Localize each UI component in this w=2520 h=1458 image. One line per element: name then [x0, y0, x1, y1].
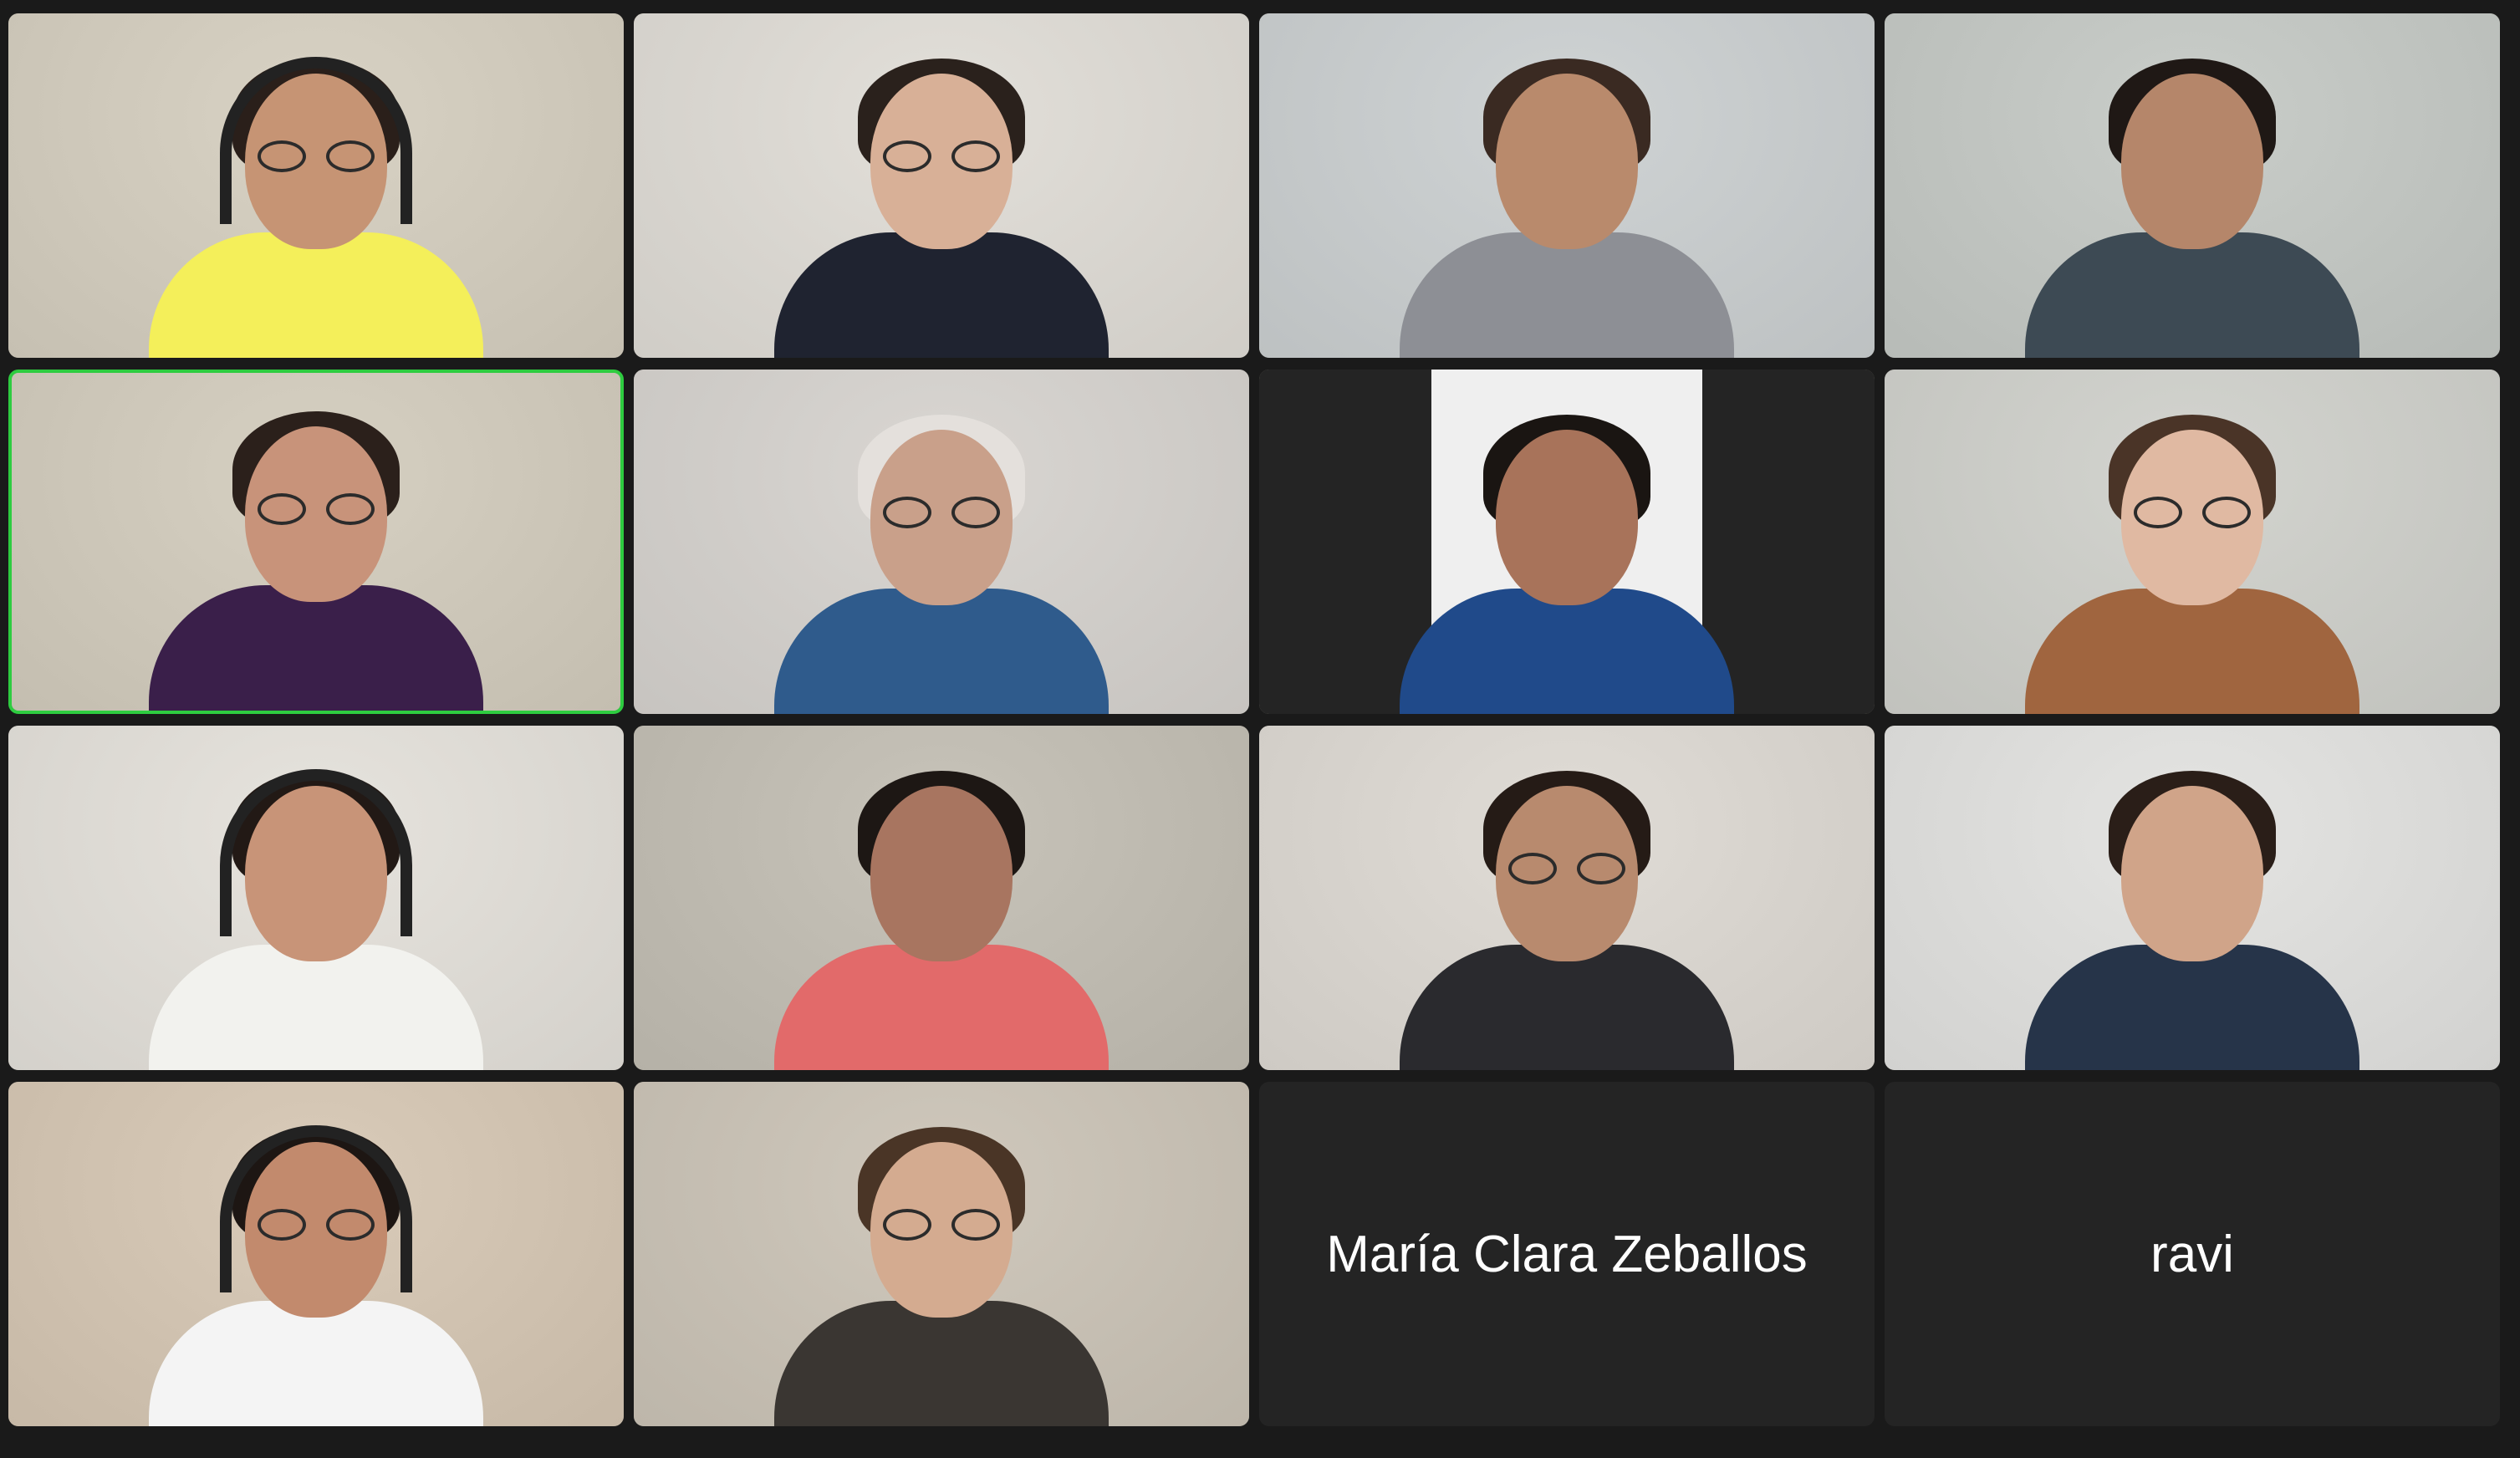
participant-face	[870, 786, 1013, 961]
participant-name-label: María Clara Zeballos	[1326, 1225, 1808, 1283]
participant-name-tile[interactable]: ravi	[1885, 1082, 2500, 1426]
participant-shirt	[774, 589, 1109, 714]
participant-figure	[766, 40, 1117, 358]
participant-video-tile[interactable]	[8, 370, 624, 714]
participant-video-tile[interactable]	[634, 726, 1249, 1070]
participant-video-tile[interactable]	[1259, 726, 1875, 1070]
participant-video-tile[interactable]	[634, 370, 1249, 714]
participant-shirt	[149, 945, 483, 1070]
participant-figure	[140, 752, 492, 1070]
participant-figure	[140, 393, 492, 711]
participant-figure	[2017, 40, 2368, 358]
participant-face	[2121, 786, 2263, 961]
participant-figure	[140, 1109, 492, 1426]
participant-figure	[766, 396, 1117, 714]
participant-shirt	[1400, 589, 1734, 714]
participant-name-label: ravi	[2150, 1225, 2234, 1283]
participant-video-tile[interactable]	[8, 13, 624, 358]
meeting-gallery-view: María Clara Zeballos ravi	[0, 0, 2520, 1458]
glasses-icon	[883, 140, 1000, 174]
participant-shirt	[149, 1301, 483, 1426]
participant-figure	[2017, 752, 2368, 1070]
participant-face	[1496, 430, 1638, 605]
participant-shirt	[2025, 945, 2359, 1070]
participant-video-tile[interactable]	[1885, 726, 2500, 1070]
participant-video-tile[interactable]	[1259, 13, 1875, 358]
participant-name-tile[interactable]: María Clara Zeballos	[1259, 1082, 1875, 1426]
participant-figure	[1391, 40, 1742, 358]
participant-face	[2121, 74, 2263, 249]
glasses-icon	[2134, 497, 2251, 530]
participant-shirt	[1400, 945, 1734, 1070]
participant-figure	[1391, 396, 1742, 714]
participant-shirt	[774, 1301, 1109, 1426]
participant-video-tile[interactable]	[634, 13, 1249, 358]
participant-shirt	[149, 232, 483, 358]
participant-figure	[766, 1109, 1117, 1426]
participant-figure	[766, 752, 1117, 1070]
participant-video-tile[interactable]	[1885, 370, 2500, 714]
participant-video-tile[interactable]	[634, 1082, 1249, 1426]
participant-shirt	[2025, 232, 2359, 358]
glasses-icon	[1508, 853, 1625, 886]
participant-shirt	[2025, 589, 2359, 714]
participant-video-tile[interactable]	[1259, 370, 1875, 714]
participant-shirt	[774, 945, 1109, 1070]
glasses-icon	[883, 497, 1000, 530]
participant-shirt	[774, 232, 1109, 358]
participant-video-tile[interactable]	[8, 726, 624, 1070]
participant-face	[1496, 74, 1638, 249]
glasses-icon	[258, 493, 375, 527]
participant-figure	[2017, 396, 2368, 714]
participant-shirt	[1400, 232, 1734, 358]
participant-shirt	[149, 585, 483, 711]
participant-video-tile[interactable]	[8, 1082, 624, 1426]
participant-video-tile[interactable]	[1885, 13, 2500, 358]
glasses-icon	[883, 1209, 1000, 1242]
participant-figure	[140, 40, 492, 358]
participant-figure	[1391, 752, 1742, 1070]
